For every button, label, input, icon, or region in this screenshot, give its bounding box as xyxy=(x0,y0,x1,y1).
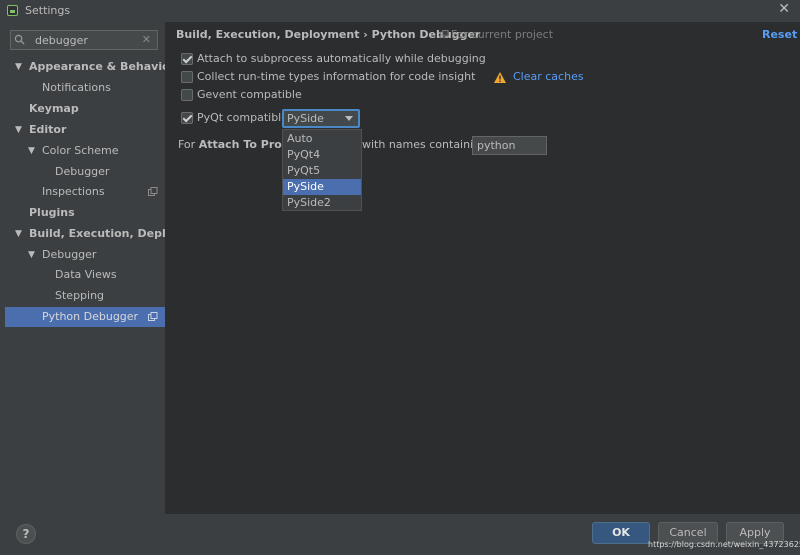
option-label: Attach to subprocess automatically while… xyxy=(197,52,486,65)
dropdown-option[interactable]: Auto xyxy=(283,131,361,147)
sidebar-item-keymap[interactable]: Keymap xyxy=(5,99,165,119)
clear-caches-link[interactable]: Clear caches xyxy=(513,70,584,83)
title-bar: Settings ✕ xyxy=(0,0,800,22)
close-icon[interactable]: ✕ xyxy=(778,1,790,17)
sidebar-item-label: Inspections xyxy=(42,185,105,198)
search-input[interactable]: debugger ✕ xyxy=(10,30,158,50)
dropdown-option[interactable]: PyQt5 xyxy=(283,163,361,179)
sidebar-item-label: Notifications xyxy=(42,81,111,94)
warning-icon xyxy=(494,72,506,83)
sidebar-item-stepping[interactable]: Stepping xyxy=(5,286,165,306)
watermark: https://blog.csdn.net/weixin_43723625 xyxy=(648,540,800,549)
option-label: Gevent compatible xyxy=(197,88,302,101)
sidebar-item-label: Debugger xyxy=(42,248,97,261)
checkbox[interactable] xyxy=(181,53,193,65)
dropdown-option[interactable]: PySide2 xyxy=(283,195,361,211)
sidebar-item-build-execution-deployment[interactable]: ▼ Build, Execution, Deployment xyxy=(5,224,165,244)
checkbox[interactable] xyxy=(181,89,193,101)
window-title: Settings xyxy=(25,4,71,17)
search-icon xyxy=(14,34,25,45)
sidebar-item-debugger[interactable]: ▼ Debugger xyxy=(5,245,165,265)
sidebar-item-python-debugger[interactable]: Python Debugger xyxy=(5,307,165,327)
clear-search-icon[interactable]: ✕ xyxy=(142,33,151,46)
search-value: debugger xyxy=(35,34,88,47)
chevron-down-icon[interactable]: ▼ xyxy=(28,141,35,161)
sidebar-item-color-scheme-debugger[interactable]: Debugger xyxy=(5,162,165,182)
sidebar-item-label: Build, Execution, Deployment xyxy=(29,227,165,240)
sidebar-item-data-views[interactable]: Data Views xyxy=(5,265,165,285)
process-name-filter-input[interactable]: python xyxy=(472,136,547,155)
dropdown-option[interactable]: PyQt4 xyxy=(283,147,361,163)
option-label: Collect run-time types information for c… xyxy=(197,70,476,83)
sidebar-item-label: Keymap xyxy=(29,102,79,115)
sidebar-item-color-scheme[interactable]: ▼ Color Scheme xyxy=(5,141,165,161)
scope-text: For current project xyxy=(451,28,554,41)
sidebar-item-notifications[interactable]: Notifications xyxy=(5,78,165,98)
project-scope-icon xyxy=(440,30,449,39)
sidebar-item-label: Editor xyxy=(29,123,67,136)
attach-prefix: For xyxy=(178,138,199,151)
sidebar-item-label: Color Scheme xyxy=(42,144,119,157)
sidebar-item-label: Stepping xyxy=(55,289,105,302)
chevron-down-icon[interactable] xyxy=(345,116,353,121)
reset-link[interactable]: Reset xyxy=(762,28,797,41)
ok-button[interactable]: OK xyxy=(592,522,650,544)
project-scope-icon xyxy=(148,187,158,196)
checkbox[interactable] xyxy=(181,112,193,124)
option-label: PyQt compatible xyxy=(197,111,289,124)
sidebar-item-label: Data Views xyxy=(55,268,117,281)
chevron-down-icon[interactable]: ▼ xyxy=(15,57,22,77)
sidebar-item-label: Plugins xyxy=(29,206,75,219)
sidebar-item-inspections[interactable]: Inspections xyxy=(5,182,165,202)
sidebar-item-label: Appearance & Behavior xyxy=(29,60,165,73)
sidebar-item-editor[interactable]: ▼ Editor xyxy=(5,120,165,140)
app-icon xyxy=(7,5,18,16)
sidebar-item-plugins[interactable]: Plugins xyxy=(5,203,165,223)
pyqt-backend-dropdown-list: Auto PyQt4 PyQt5 PySide PySide2 xyxy=(282,129,362,211)
breadcrumb: Build, Execution, Deployment › Python De… xyxy=(176,28,481,41)
dropdown-option-selected[interactable]: PySide xyxy=(283,179,361,195)
input-value: python xyxy=(477,139,516,152)
help-button[interactable]: ? xyxy=(16,524,36,544)
chevron-down-icon[interactable]: ▼ xyxy=(28,245,35,265)
pyqt-backend-select[interactable]: PySide xyxy=(282,109,360,128)
sidebar-item-label: Python Debugger xyxy=(42,310,139,323)
chevron-down-icon[interactable]: ▼ xyxy=(15,120,22,140)
project-scope-icon xyxy=(148,312,158,321)
chevron-down-icon[interactable]: ▼ xyxy=(15,224,22,244)
select-value: PySide xyxy=(287,112,324,125)
sidebar-item-appearance-behavior[interactable]: ▼ Appearance & Behavior xyxy=(5,57,165,77)
sidebar-item-label: Debugger xyxy=(55,165,110,178)
scope-label: For current project xyxy=(440,28,553,41)
checkbox[interactable] xyxy=(181,71,193,83)
